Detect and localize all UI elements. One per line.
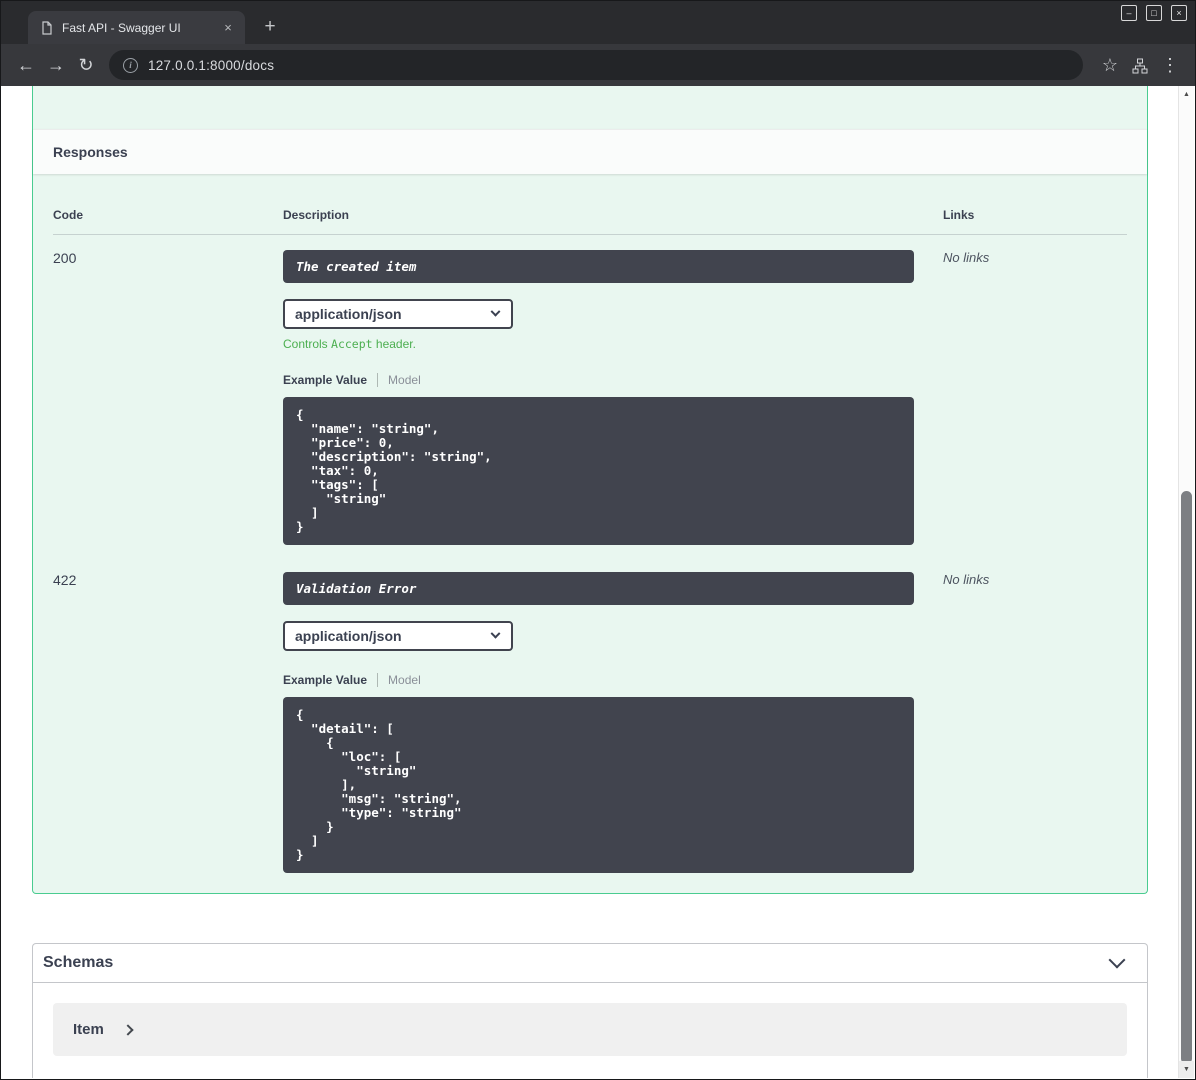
navigation-toolbar: ← → ↻ i 127.0.0.1:8000/docs ☆ ⋮ — [1, 44, 1195, 86]
post-opblock-responses: Responses Code Description Links 200 The… — [32, 86, 1148, 894]
address-bar[interactable]: i 127.0.0.1:8000/docs — [109, 50, 1083, 80]
example-model-tabs: Example Value Model — [283, 673, 943, 687]
url-text: 127.0.0.1:8000/docs — [148, 57, 275, 73]
tab-model[interactable]: Model — [388, 673, 421, 687]
column-header-description: Description — [283, 194, 943, 235]
responses-section-header: Responses — [33, 129, 1147, 174]
browser-tab[interactable]: Fast API - Swagger UI × — [28, 11, 245, 44]
collapse-chevron-icon[interactable] — [1108, 951, 1126, 969]
controls-note-code: Accept — [331, 337, 373, 351]
example-model-tabs: Example Value Model — [283, 373, 943, 387]
media-type-value: application/json — [295, 628, 402, 644]
tab-example-value[interactable]: Example Value — [283, 373, 367, 387]
schemas-header[interactable]: Schemas — [33, 944, 1147, 983]
media-type-value: application/json — [295, 306, 402, 322]
example-json-422: { "detail": [ { "loc": [ "string" ], "ms… — [283, 697, 914, 873]
tab-model[interactable]: Model — [388, 373, 421, 387]
responses-table: Code Description Links 200 The created i… — [33, 174, 1147, 893]
media-type-select[interactable]: application/json — [283, 621, 513, 651]
page-scrollbar[interactable]: ▲ ▼ — [1178, 86, 1194, 1078]
minimize-button[interactable]: – — [1121, 5, 1137, 21]
opblock-spacer — [33, 86, 1147, 129]
chevron-down-icon — [490, 306, 501, 317]
swagger-page: Responses Code Description Links 200 The… — [2, 86, 1178, 1078]
tab-divider — [377, 673, 379, 687]
controls-note-suffix: header. — [372, 337, 416, 351]
window-close-button[interactable]: × — [1171, 5, 1187, 21]
response-links-200: No links — [943, 250, 990, 265]
response-description-200: The created item application/json Contro… — [283, 235, 943, 557]
tab-groups-icon[interactable] — [1125, 50, 1155, 80]
model-label: Item — [73, 1021, 104, 1038]
tab-close-icon[interactable]: × — [219, 19, 237, 37]
scroll-up-icon[interactable]: ▲ — [1179, 86, 1194, 103]
response-description-text: Validation Error — [283, 572, 914, 605]
scroll-down-icon[interactable]: ▼ — [1179, 1061, 1194, 1078]
scrollbar-thumb[interactable] — [1181, 491, 1192, 1064]
response-description-422: Validation Error application/json Exampl… — [283, 557, 943, 873]
controls-accept-note: Controls Accept header. — [283, 337, 943, 351]
page-file-icon — [40, 20, 54, 35]
reload-icon[interactable]: ↻ — [71, 50, 101, 80]
responses-title: Responses — [53, 144, 128, 160]
response-description-text: The created item — [283, 250, 914, 283]
response-code-422: 422 — [53, 572, 77, 588]
model-item[interactable]: Item — [53, 1003, 1127, 1056]
browser-window: Fast API - Swagger UI × + – □ × ← → ↻ i … — [0, 0, 1196, 1080]
example-json-200: { "name": "string", "price": 0, "descrip… — [283, 397, 914, 545]
tab-title: Fast API - Swagger UI — [62, 20, 181, 35]
bookmark-star-icon[interactable]: ☆ — [1095, 50, 1125, 80]
menu-kebab-icon[interactable]: ⋮ — [1155, 50, 1185, 80]
titlebar: Fast API - Swagger UI × + – □ × — [1, 1, 1195, 44]
column-header-code: Code — [53, 194, 283, 235]
schemas-section: Schemas Item ValidationError — [32, 943, 1148, 1078]
column-header-links: Links — [943, 194, 1127, 235]
response-links-422: No links — [943, 572, 990, 587]
new-tab-button[interactable]: + — [257, 15, 283, 41]
schemas-body: Item ValidationError — [33, 983, 1147, 1078]
media-type-select[interactable]: application/json — [283, 299, 513, 329]
back-icon[interactable]: ← — [11, 50, 41, 80]
chevron-down-icon — [490, 628, 501, 639]
schemas-title: Schemas — [43, 954, 114, 971]
tab-divider — [377, 373, 379, 387]
forward-icon[interactable]: → — [41, 50, 71, 80]
site-info-icon[interactable]: i — [123, 57, 138, 73]
tab-example-value[interactable]: Example Value — [283, 673, 367, 687]
maximize-button[interactable]: □ — [1146, 5, 1162, 21]
window-controls: – □ × — [1121, 5, 1187, 21]
response-code-200: 200 — [53, 250, 77, 266]
controls-note-prefix: Controls — [283, 337, 332, 351]
expand-chevron-icon — [122, 1023, 134, 1036]
